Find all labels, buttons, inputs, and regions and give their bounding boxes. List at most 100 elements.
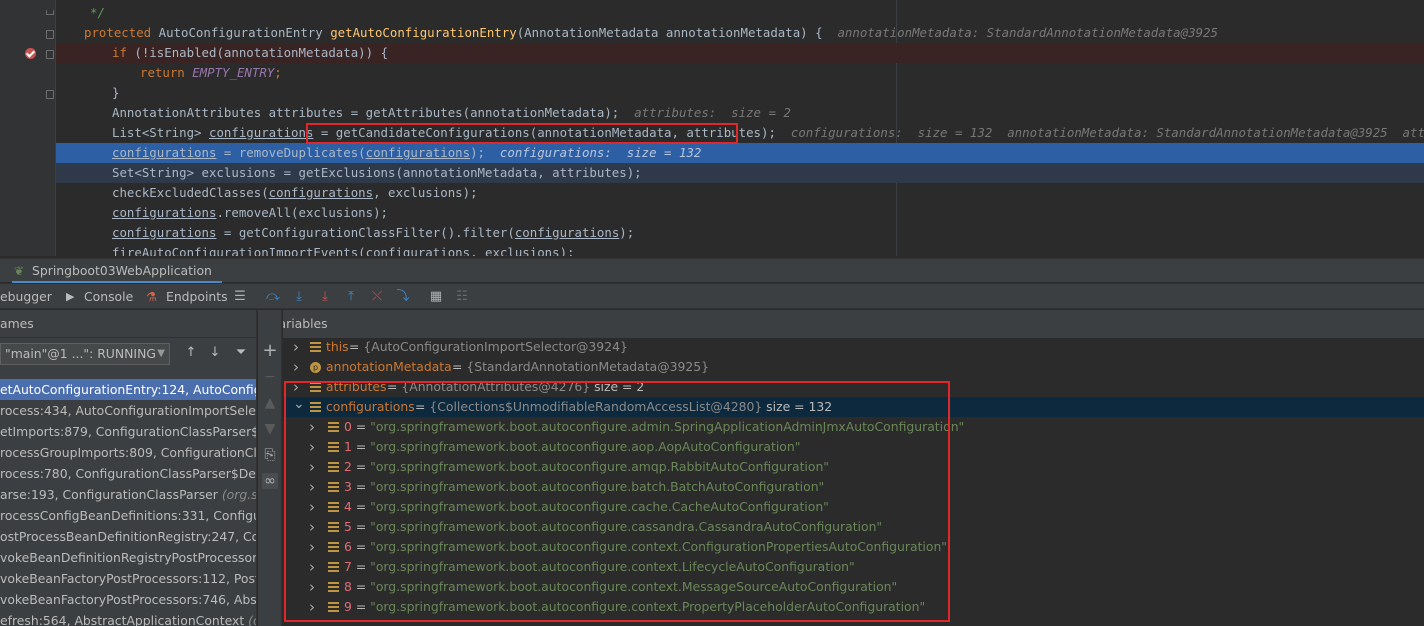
stack-frame[interactable]: vokeBeanFactoryPostProcessors:746, Abstr… [0,589,256,610]
run-to-cursor-icon[interactable]: ⤵ [395,289,411,305]
code-token: = getConfigurationClassFilter().filter( [216,225,515,240]
code-token: AutoConfigurationEntry [158,25,331,40]
breakpoint-icon[interactable] [25,48,36,59]
variable-name: this [326,339,349,354]
fold-marker[interactable] [46,10,54,15]
code-token: Set<String> exclusions = getExclusions(a… [112,165,642,180]
chevron-right-icon[interactable]: › [293,357,305,377]
spring-leaf-icon: ❦ [14,264,25,278]
code-line[interactable]: List<String> configurations = getCandida… [56,123,1424,143]
glasses-icon[interactable]: ∞ [262,473,278,489]
variable-object: {AutoConfigurationImportSelector@3924} [363,339,628,354]
code-token: List<String> [112,125,209,140]
code-token: configurations [112,145,217,160]
code-line[interactable]: configurations = removeDuplicates(config… [56,143,1424,163]
variable-row[interactable]: › p annotationMetadata = {StandardAnnotati… [283,357,1424,377]
stack-frame-label: ostProcessBeanDefinitionRegistry:247, Co… [0,529,257,544]
code-line[interactable]: if (!isEnabled(annotationMetadata)) { [56,43,1424,63]
code-line[interactable]: configurations = getConfigurationClassFi… [56,223,1424,243]
move-up-icon[interactable]: ▲ [262,395,278,411]
move-down-icon[interactable]: ▼ [262,421,278,437]
fold-marker[interactable] [46,50,54,59]
arrow-up-icon[interactable]: ↑ [183,345,199,361]
code-line[interactable]: configurations.removeAll(exclusions); [56,203,1424,223]
code-text: protected AutoConfigurationEntry getAuto… [84,23,1218,43]
variable-eq: = [452,359,467,374]
tab-debugger[interactable]: ebugger [0,284,52,310]
step-over-icon[interactable]: ⤓ [291,289,307,305]
arrow-down-icon[interactable]: ↓ [207,345,223,361]
stack-frame[interactable]: rocess:780, ConfigurationClassParser$Def… [0,463,256,484]
stack-frame-label: etAutoConfigurationEntry:124, AutoConfig… [0,382,257,397]
code-line[interactable]: */ [56,3,1424,23]
code-token: configurations [112,205,217,220]
code-text: configurations.removeAll(exclusions); [112,203,388,223]
add-watch-icon[interactable]: + [262,342,278,360]
code-line[interactable]: return EMPTY_ENTRY; [56,63,1424,83]
drop-frame-icon[interactable]: ⤬ [369,289,385,305]
code-token: } [112,85,120,100]
endpoints-icon: ⚗ [146,289,158,304]
stack-frame[interactable]: rocessConfigBeanDefinitions:331, Configu… [0,505,256,526]
inline-debug-value: annotationMetadata: StandardAnnotationMe… [837,25,1218,40]
code-line[interactable]: checkExcludedClasses(configurations, exc… [56,183,1424,203]
variable-row[interactable]: › this = {AutoConfigurationImportSelector… [283,337,1424,357]
code-token: if [112,45,135,60]
evaluate-expression-icon[interactable]: ▦ [428,289,444,305]
code-token: = removeDuplicates( [216,145,366,160]
code-text: fireAutoConfigurationImportEvents(config… [112,243,575,256]
stack-frame[interactable]: rocess:434, AutoConfigurationImportSelec… [0,400,257,421]
stack-frame[interactable]: vokeBeanDefinitionRegistryPostProcessors… [0,547,257,568]
step-into-icon[interactable]: ⤓ [317,289,333,305]
code-editor[interactable]: */ protected AutoConfigurationEntry getAu… [0,0,1424,256]
code-token: configurations [365,145,471,160]
trace-icon[interactable]: ☷ [454,289,470,305]
show-execution-point-icon[interactable]: ⤼ [265,289,281,305]
stack-frame-label: rocess:434, AutoConfigurationImportSelec… [0,403,257,418]
tab-endpoints[interactable]: Endpoints [166,284,228,310]
layout-menu-icon[interactable]: ☰ [232,289,248,305]
run-config-tab[interactable]: ❦ Springboot03WebApplication [12,259,222,283]
stack-frame[interactable]: efresh:564, AbstractApplicationContext (… [0,610,256,626]
filter-icon[interactable]: ⏷ [233,345,249,361]
code-line[interactable]: fireAutoConfigurationImportEvents(config… [56,243,1424,256]
step-out-icon[interactable]: ⤒ [343,289,359,305]
stack-frame[interactable]: etImports:879, ConfigurationClassParser$… [0,421,256,442]
highlight-box [306,123,738,144]
thread-select[interactable]: "main"@1 ...": RUNNING ▼ [0,343,170,365]
stack-frame-label: vokeBeanFactoryPostProcessors:112, PostP… [0,571,257,586]
stack-frame-label: efresh:564, AbstractApplicationContext [0,613,249,626]
code-token: configurations [112,225,217,240]
variable-name: annotationMetadata [326,359,452,374]
code-token: ; [274,65,282,80]
variable-value: = {StandardAnnotationMetadata@3925} [452,357,709,377]
code-line[interactable]: Set<String> exclusions = getExclusions(a… [56,163,1424,183]
stack-frame-label: arse:193, ConfigurationClassParser [0,487,222,502]
editor-gutter[interactable] [0,0,56,256]
copy-icon[interactable]: ⎘ [262,447,278,463]
code-line[interactable]: AnnotationAttributes attributes = getAtt… [56,103,1424,123]
stack-frame[interactable]: rocessGroupImports:809, ConfigurationCla… [0,442,256,463]
code-text: } [112,83,119,103]
chevron-right-icon[interactable]: › [293,337,305,357]
code-line[interactable]: protected AutoConfigurationEntry getAuto… [56,23,1424,43]
code-text: checkExcludedClasses(configurations, exc… [112,183,478,203]
code-token: .removeAll(exclusions); [216,205,389,220]
remove-watch-icon[interactable]: − [262,369,278,385]
code-token: (!isEnabled(annotationMetadata)) { [134,45,389,60]
stack-frame-label: vokeBeanDefinitionRegistryPostProcessors… [0,550,257,565]
fold-marker[interactable] [46,30,54,39]
stack-frame[interactable]: ostProcessBeanDefinitionRegistry:247, Co… [0,526,257,547]
parameter-icon: p [310,362,321,373]
code-text: */ [90,3,105,23]
inline-debug-value: configurations: size = 132 [499,145,702,160]
highlight-box [284,381,950,622]
stack-frame[interactable]: etAutoConfigurationEntry:124, AutoConfig… [0,379,257,400]
variable-eq: = [349,339,364,354]
stack-frame[interactable]: vokeBeanFactoryPostProcessors:112, PostP… [0,568,257,589]
variables-side-toolbar: + − ▲ ▼ ⎘ ∞ [258,310,282,626]
tab-console[interactable]: Console [84,284,133,310]
stack-frame[interactable]: arse:193, ConfigurationClassParser (org.… [0,484,256,505]
code-line[interactable]: } [56,83,1424,103]
fold-marker[interactable] [46,90,54,99]
